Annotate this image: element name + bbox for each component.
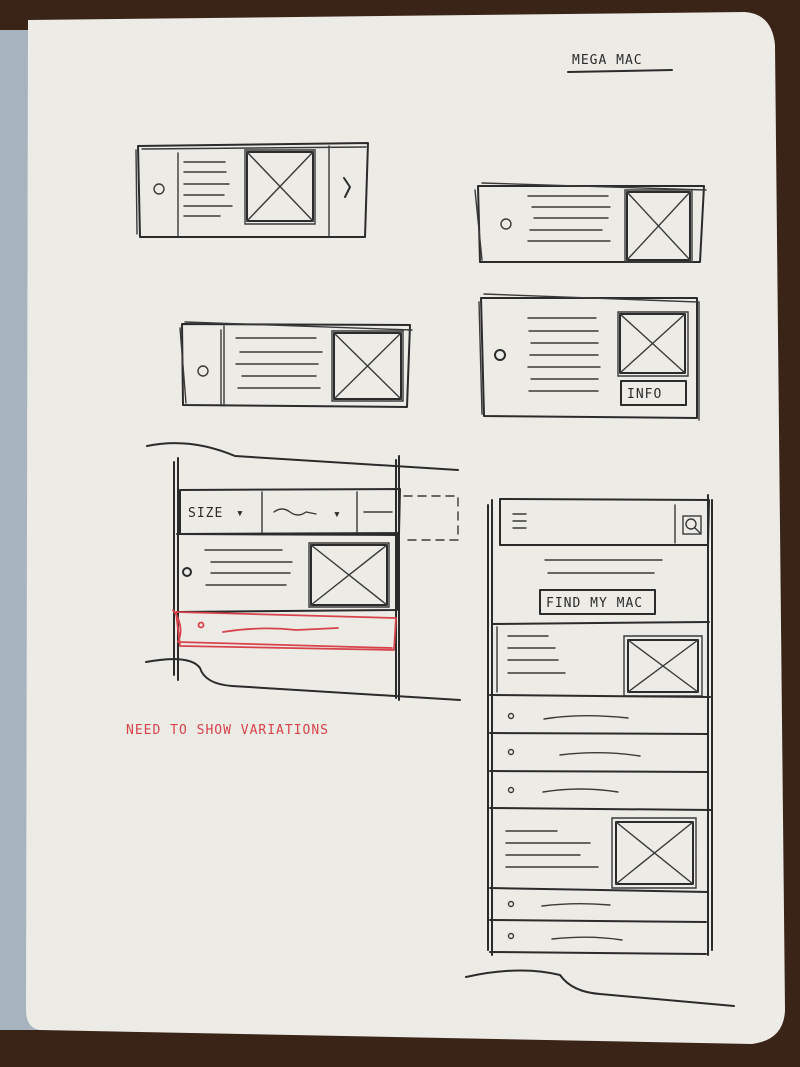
notebook-sketch: MEGA MAC INFO SIZE ▾ ▾ NEED TO SHOW VARI… [0, 0, 800, 1067]
variations-note: NEED TO SHOW VARIATIONS [126, 723, 329, 738]
size-dropdown-label: SIZE [188, 506, 223, 521]
chevron-down-icon: ▾ [333, 507, 342, 522]
find-my-mac-label: FIND MY MAC [546, 596, 643, 611]
chevron-down-icon: ▾ [236, 506, 245, 521]
size-dropdown[interactable]: SIZE ▾ [188, 506, 245, 521]
page-title: MEGA MAC [572, 53, 643, 68]
notebook-page [26, 12, 785, 1044]
info-button-label: INFO [627, 387, 662, 402]
